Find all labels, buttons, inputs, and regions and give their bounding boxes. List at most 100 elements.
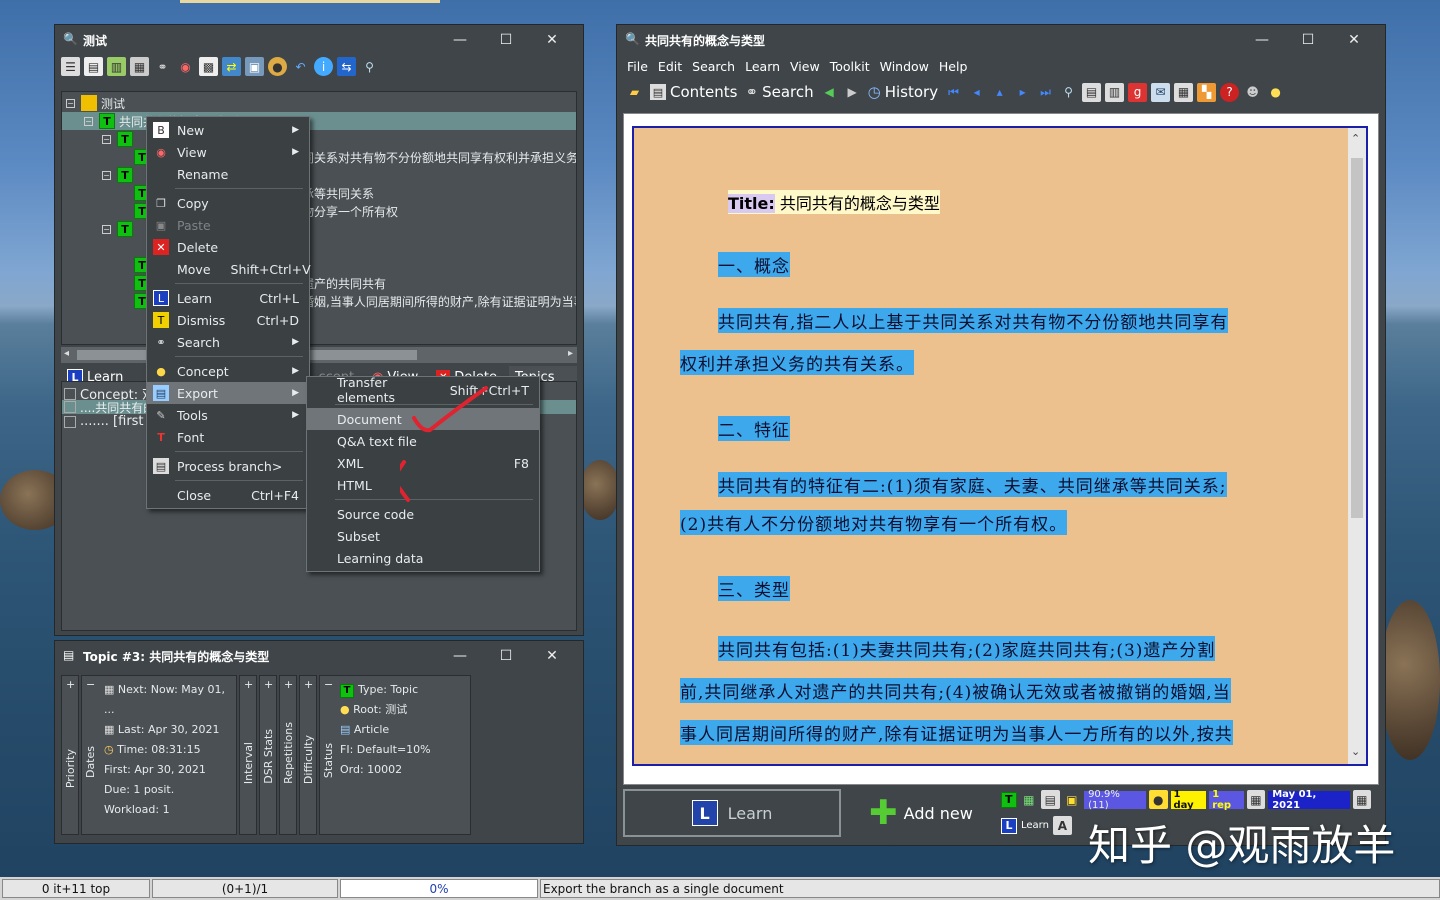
collapse-icon[interactable]: − bbox=[102, 224, 111, 234]
menu-item-export[interactable]: ▤ Export ▶ bbox=[147, 382, 309, 404]
close-button[interactable]: ✕ bbox=[529, 32, 575, 48]
collapse-icon[interactable]: − bbox=[102, 134, 111, 144]
tree-window-titlebar[interactable]: 🔍 测试 — ☐ ✕ bbox=[55, 25, 583, 55]
book-icon[interactable]: ▥ bbox=[1105, 82, 1125, 102]
user-icon[interactable]: ☻ bbox=[1243, 83, 1262, 102]
scroll-right-icon[interactable]: ▸ bbox=[568, 348, 573, 359]
menu-toolkit[interactable]: Toolkit bbox=[830, 59, 870, 74]
section-heading[interactable]: 一、概念 bbox=[718, 252, 790, 277]
menu-item-paste[interactable]: ▣ Paste bbox=[147, 214, 309, 236]
submenu-item-subset[interactable]: Subset bbox=[307, 525, 539, 547]
binoculars-icon[interactable]: ⚭ bbox=[153, 57, 172, 76]
checkbox[interactable] bbox=[64, 387, 76, 400]
menu-view[interactable]: View bbox=[790, 59, 820, 74]
google-icon[interactable]: g bbox=[1128, 82, 1148, 102]
maximize-button[interactable]: ☐ bbox=[1285, 32, 1331, 48]
minimize-button[interactable]: — bbox=[437, 648, 483, 664]
up-icon[interactable]: ▴ bbox=[990, 83, 1009, 102]
magnifier-icon[interactable]: ⚲ bbox=[360, 57, 379, 76]
difficulty-column[interactable]: + Difficulty bbox=[299, 675, 317, 835]
menu-help[interactable]: Help bbox=[939, 59, 968, 74]
paste-icon[interactable]: ▦ bbox=[130, 57, 149, 76]
search-button[interactable]: ⚭ Search bbox=[743, 83, 815, 101]
eye-icon[interactable]: ◉ bbox=[176, 57, 195, 76]
close-button[interactable]: ✕ bbox=[1331, 32, 1377, 48]
copy-icon[interactable]: ▥ bbox=[107, 57, 126, 76]
menu-item-process-branch[interactable]: ▤ Process branch> bbox=[147, 455, 309, 477]
windows-icon[interactable]: ▚ bbox=[1197, 82, 1217, 102]
sync-icon[interactable]: ⇆ bbox=[337, 57, 356, 76]
undo-icon[interactable]: ↶ bbox=[291, 57, 310, 76]
menu-item-search[interactable]: ⚭ Search ▶ bbox=[147, 331, 309, 353]
scroll-down-icon[interactable]: ⌄ bbox=[1351, 745, 1360, 758]
paragraph-line[interactable]: 权利并承担义务的共有关系。 bbox=[680, 350, 914, 375]
collapse-icon[interactable]: − bbox=[102, 170, 111, 180]
font-icon[interactable]: A bbox=[1052, 816, 1072, 835]
menu-learn[interactable]: Learn bbox=[745, 59, 780, 74]
menu-item-view[interactable]: ◉ View ▶ bbox=[147, 141, 309, 163]
submenu-item-learning-data[interactable]: Learning data bbox=[307, 547, 539, 569]
menu-file[interactable]: File bbox=[627, 59, 648, 74]
concept-row[interactable]: ....... [first bbox=[64, 414, 144, 429]
disk-icon[interactable]: ● bbox=[268, 57, 287, 76]
add-new-button[interactable]: ✚ Add new bbox=[841, 789, 1001, 837]
menu-edit[interactable]: Edit bbox=[658, 59, 682, 74]
maximize-button[interactable]: ☐ bbox=[483, 32, 529, 48]
scroll-left-icon[interactable]: ◂ bbox=[64, 348, 69, 359]
title-field[interactable]: Title: 共同共有的概念与类型 bbox=[728, 190, 940, 214]
interval-column[interactable]: + Interval bbox=[239, 675, 257, 835]
menu-search[interactable]: Search bbox=[692, 59, 735, 74]
forward-arrow-icon[interactable]: ▶ bbox=[843, 83, 862, 102]
collapse-icon[interactable]: − bbox=[324, 678, 333, 691]
menu-item-font[interactable]: T Font bbox=[147, 426, 309, 448]
grid-icon[interactable]: ▩ bbox=[199, 57, 218, 76]
tree-node[interactable]: − T bbox=[102, 220, 137, 238]
section-heading[interactable]: 三、类型 bbox=[718, 576, 790, 601]
table-icon[interactable]: ▤ bbox=[84, 57, 103, 76]
paragraph-line[interactable]: 共同共有包括:(1)夫妻共同共有;(2)家庭共同共有;(3)遗产分割 bbox=[718, 636, 1216, 661]
scroll-thumb[interactable] bbox=[1351, 158, 1363, 518]
section-heading[interactable]: 二、特征 bbox=[718, 416, 790, 441]
menu-item-new[interactable]: B New ▶ bbox=[147, 119, 309, 141]
paragraph-line[interactable]: 前,共同继承人对遗产的共同共有;(4)被确认无效或者被撤销的婚姻,当 bbox=[680, 678, 1231, 703]
dates-panel[interactable]: − Dates ▦ Next: Now: May 01, ... ▦ Last:… bbox=[81, 675, 237, 835]
prev-icon[interactable]: ◂ bbox=[967, 83, 986, 102]
status-panel[interactable]: − Status T Type: Topic ● Root: 测试 ▤ Artic… bbox=[319, 675, 471, 835]
tree-horizontal-scrollbar[interactable]: ◂ ▸ bbox=[61, 347, 577, 363]
menu-item-close[interactable]: Close Ctrl+F4 bbox=[147, 484, 309, 506]
tree-selected-row[interactable]: − T 共同共有的概念与类型 (10) bbox=[62, 112, 576, 130]
back-arrow-icon[interactable]: ◀ bbox=[820, 83, 839, 102]
checkbox[interactable] bbox=[64, 415, 76, 428]
expand-icon[interactable]: + bbox=[284, 678, 293, 691]
menu-window[interactable]: Window bbox=[880, 59, 929, 74]
save-icon[interactable]: ▣ bbox=[245, 57, 264, 76]
document-vertical-scrollbar[interactable]: ⌃ ⌄ bbox=[1348, 128, 1366, 764]
paragraph-line[interactable]: 事人同居期间所得的财产,除有证据证明为当事人一方所有的以外,按共 bbox=[680, 720, 1233, 745]
menu-item-concept[interactable]: ● Concept ▶ bbox=[147, 360, 309, 382]
menu-item-delete[interactable]: ✕ Delete bbox=[147, 236, 309, 258]
topic-icon[interactable]: T bbox=[1001, 791, 1017, 808]
info-icon[interactable]: i bbox=[314, 57, 333, 76]
expand-icon[interactable]: + bbox=[264, 678, 273, 691]
bulb-icon[interactable]: ● bbox=[1149, 790, 1168, 809]
document-page[interactable]: Title: 共同共有的概念与类型 一、概念 共同共有,指二人以上基于共同关系对… bbox=[632, 126, 1368, 766]
calendar-icon[interactable]: ▦ bbox=[1246, 790, 1266, 809]
magnifier-icon[interactable]: ⚲ bbox=[1059, 83, 1078, 102]
menu-item-copy[interactable]: ❐ Copy bbox=[147, 192, 309, 214]
print-icon[interactable]: ▦ bbox=[1174, 82, 1194, 102]
menu-item-learn[interactable]: L Learn Ctrl+L bbox=[147, 287, 309, 309]
grade-icon[interactable]: ▣ bbox=[1063, 790, 1081, 809]
list-icon[interactable]: ▤ bbox=[1041, 790, 1060, 809]
close-button[interactable]: ✕ bbox=[529, 648, 575, 664]
last-icon[interactable]: ⏭ bbox=[1036, 83, 1055, 102]
learn-small-label[interactable]: Learn bbox=[1021, 820, 1049, 831]
minimize-button[interactable]: — bbox=[1239, 32, 1285, 48]
menu-item-tools[interactable]: ✎ Tools ▶ bbox=[147, 404, 309, 426]
scroll-up-icon[interactable]: ⌃ bbox=[1351, 132, 1360, 145]
list-icon[interactable]: ☰ bbox=[61, 57, 80, 76]
expand-icon[interactable]: + bbox=[66, 678, 75, 691]
collapse-icon[interactable]: − bbox=[84, 116, 93, 126]
collapse-icon[interactable]: − bbox=[66, 98, 75, 108]
bulb-icon[interactable]: ● bbox=[1266, 83, 1285, 102]
knowledge-tree[interactable]: − 测试 − T 共同共有的概念与类型 (10) − T T 同关系对共有物不分… bbox=[61, 91, 577, 345]
